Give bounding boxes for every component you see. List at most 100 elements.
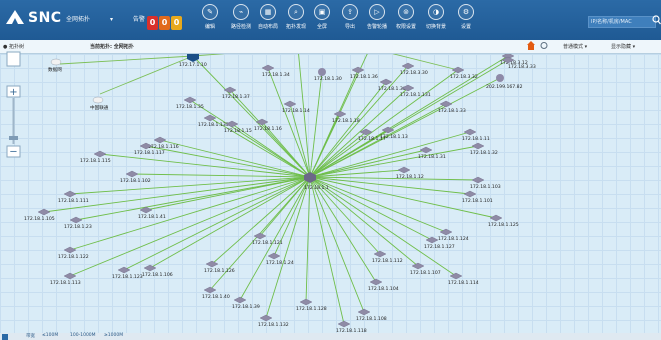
device-node[interactable]: 172.18.1.102 [120, 170, 151, 184]
switch-icon [463, 128, 477, 136]
device-node[interactable]: 172.18.1.16 [254, 118, 282, 132]
alarm-counters: 000 [147, 10, 183, 30]
device-node[interactable]: 172.18.1.14 [282, 100, 310, 114]
alarm-major-count[interactable]: 0 [159, 16, 170, 30]
tool-label: 告警轮播 [366, 24, 387, 30]
device-node[interactable]: 172.18.1.108 [356, 308, 387, 322]
device-node[interactable]: 172.18.1.106 [142, 264, 173, 278]
device-node[interactable]: 172.18.1.128 [296, 298, 327, 312]
switch-icon [205, 260, 219, 268]
legend-bandwidth-label: 带宽 [26, 334, 35, 339]
device-node[interactable]: 172.18.1.39 [232, 296, 260, 310]
link[interactable] [192, 47, 299, 57]
topology-graph[interactable]: 172.17.1.10172.17.1.1172.17.1.14172.18.1… [0, 40, 661, 334]
tool-gear[interactable]: ⚙ 设置 [452, 4, 480, 30]
switch-icon [379, 78, 393, 86]
link[interactable] [75, 176, 311, 221]
nav-topology[interactable]: 全网拓扑 [66, 16, 90, 23]
node-label: 172.18.1.106 [142, 272, 173, 278]
device-node[interactable]: 172.18.3.30 [400, 62, 428, 76]
link[interactable] [69, 176, 311, 251]
link[interactable] [309, 176, 345, 325]
device-node[interactable]: 172.18.3.32 [450, 66, 478, 80]
device-node[interactable]: 172.18.1.103 [470, 176, 501, 190]
link[interactable] [211, 176, 311, 265]
search-input[interactable]: IP/名称/机房/MAC [588, 16, 656, 28]
device-node[interactable]: 172.18.1.40 [202, 286, 230, 300]
tool-export[interactable]: ⇪ 导出 [336, 4, 364, 30]
device-node[interactable]: 172.18.1.30 [314, 68, 342, 82]
link[interactable] [267, 67, 311, 178]
search-icon[interactable] [652, 13, 661, 27]
tool-background[interactable]: ◑ 切换背景 [422, 4, 450, 30]
device-node[interactable]: 172.18.1.12 [396, 166, 424, 180]
device-node[interactable]: 172.18.1.104 [368, 278, 399, 292]
device-node[interactable]: 172.18.1.115 [80, 150, 111, 164]
node-label: 172.18.1.16 [254, 126, 282, 132]
device-node[interactable]: 172.18.1.132 [258, 314, 289, 328]
zoom-control[interactable]: + − [6, 50, 22, 200]
link[interactable] [99, 55, 194, 95]
device-node[interactable]: 172.18.1.23 [64, 216, 92, 230]
device-node[interactable]: 172.18.1.32 [470, 142, 498, 156]
device-node[interactable]: 172.18.1.11 [462, 128, 490, 142]
tool-fullscreen[interactable]: ▣ 全屏 [308, 4, 336, 30]
pan-button[interactable] [6, 51, 21, 67]
device-node[interactable]: 172.18.1.125 [488, 214, 519, 228]
device-node[interactable]: 172.17.1.10 [179, 50, 207, 68]
tool-path[interactable]: ⌁ 路径检测 [227, 4, 255, 30]
device-node[interactable]: 172.18.1.34 [261, 64, 290, 78]
device-node[interactable]: 172.18.1.121 [252, 232, 283, 246]
tool-label: 自动布局 [257, 24, 278, 30]
alarm-critical-count[interactable]: 0 [147, 16, 158, 30]
display-dropdown[interactable]: 显示隐藏 ▾ [611, 43, 635, 50]
tool-lock[interactable]: ⊚ 权限设置 [392, 4, 420, 30]
link[interactable] [309, 71, 323, 178]
device-node[interactable]: 172.18.1.24 [266, 252, 294, 266]
mode-dropdown[interactable]: 普通模式 ▾ [563, 43, 587, 50]
device-node[interactable]: 172.18.1.101 [462, 190, 493, 204]
home-icon[interactable] [527, 41, 535, 50]
device-node[interactable]: 172.18.1.113 [50, 272, 81, 286]
refresh-icon[interactable] [540, 41, 548, 50]
device-node[interactable]: 172.18.1.122 [58, 246, 89, 260]
device-node[interactable]: 172.18.1.18 [332, 110, 360, 124]
node-label: 172.18.1.33 [438, 108, 466, 114]
link[interactable] [309, 176, 377, 283]
device-node[interactable]: 172.18.1.36 [350, 66, 378, 80]
alarm-minor-count[interactable]: 0 [171, 16, 182, 30]
node-label: 202.199.167.82 [486, 84, 523, 90]
nav-alarm[interactable]: 告警 [133, 16, 145, 23]
device-node[interactable]: 172.18.1.123 [112, 266, 143, 280]
link[interactable] [305, 176, 311, 303]
link[interactable] [59, 55, 194, 65]
device-node[interactable]: 172.18.1.112 [372, 250, 403, 264]
topology-canvas[interactable]: 172.17.1.10172.17.1.1172.17.1.14172.18.1… [0, 40, 661, 334]
link[interactable] [369, 47, 459, 71]
device-node[interactable]: 172.18.1.31 [418, 146, 446, 160]
device-node[interactable]: 172.18.1.124 [438, 228, 469, 242]
tool-discover[interactable]: ⌕ 拓扑发现 [282, 4, 310, 30]
tool-play[interactable]: ▷ 告警轮播 [363, 4, 391, 30]
link[interactable] [297, 47, 311, 178]
device-node[interactable]: 172.18.1.114 [448, 272, 479, 286]
topology-tree-toggle[interactable]: ● 拓扑树 [3, 43, 24, 50]
link[interactable] [159, 139, 311, 178]
cloud-group-node[interactable]: 数据网 [48, 58, 62, 73]
node-label: 172.18.1.40 [202, 294, 230, 300]
node-label: 172.18.1.133 [198, 122, 229, 128]
cloud-group-node[interactable]: 中国联通 [90, 96, 109, 111]
link[interactable] [43, 176, 311, 213]
device-node[interactable]: 172.18.1.118 [336, 320, 367, 334]
device-node[interactable]: 172.18.1.38 [378, 78, 406, 92]
device-node[interactable]: 172.18.1.37 [222, 86, 250, 100]
nav-alarm-dropdown[interactable]: ▾ [110, 16, 113, 23]
device-node[interactable]: 172.18.1.107 [410, 262, 441, 276]
link[interactable] [309, 176, 497, 219]
zoom-slider-handle[interactable] [9, 136, 18, 140]
link[interactable] [123, 176, 311, 271]
tool-layout[interactable]: ▦ 自动布局 [254, 4, 282, 30]
device-node[interactable]: 172.18.1.35 [176, 96, 204, 110]
tool-pencil[interactable]: ✎ 编辑 [196, 4, 224, 30]
link[interactable] [309, 176, 447, 233]
